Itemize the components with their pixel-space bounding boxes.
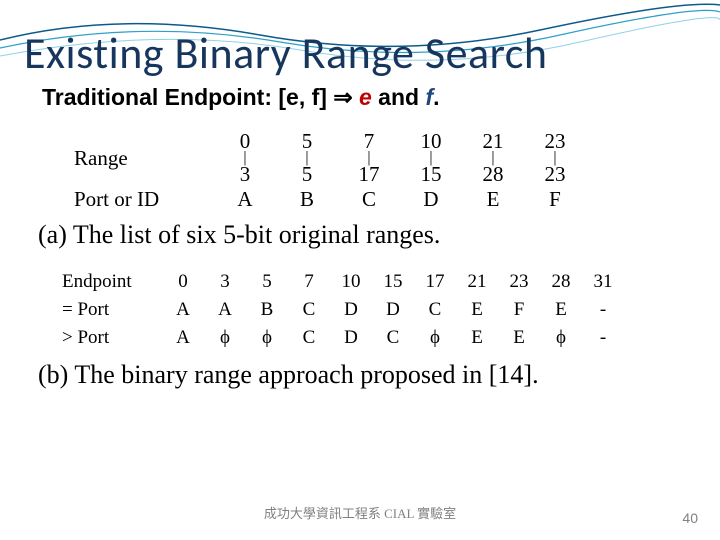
eq-cell: C — [288, 296, 330, 324]
ep-cell: 23 — [498, 268, 540, 296]
gt-port-row: > Port A ϕ ϕ C D C ϕ E E ϕ - — [62, 324, 624, 352]
gt-cell: E — [498, 324, 540, 352]
eq-cell: F — [498, 296, 540, 324]
port-label: Port or ID — [74, 187, 214, 212]
range-bot-cell: 28 — [462, 162, 524, 187]
gt-cell: E — [456, 324, 498, 352]
caption-b: (b) The binary range approach proposed i… — [38, 360, 696, 390]
range-top-cell: 21| — [462, 129, 524, 162]
subtitle-e: e — [359, 84, 372, 110]
range-bot-cell: 23 — [524, 162, 586, 187]
gt-cell: C — [288, 324, 330, 352]
eq-port-row: = Port A A B C D D C E F E - — [62, 296, 624, 324]
gt-cell: A — [162, 324, 204, 352]
ep-cell: 21 — [456, 268, 498, 296]
endpoint-label: Endpoint — [62, 268, 162, 296]
port-cell: A — [214, 187, 276, 212]
gt-cell: C — [372, 324, 414, 352]
ep-cell: 7 — [288, 268, 330, 296]
port-cell: F — [524, 187, 586, 212]
range-bot-cell: 15 — [400, 162, 462, 187]
range-top-cell: 0| — [214, 129, 276, 162]
range-bot-cell: 17 — [338, 162, 400, 187]
range-top-cell: 10| — [400, 129, 462, 162]
port-cell: E — [462, 187, 524, 212]
eq-cell: E — [540, 296, 582, 324]
gt-cell: D — [330, 324, 372, 352]
eq-cell: D — [372, 296, 414, 324]
endpoint-row: Endpoint 0 3 5 7 10 15 17 21 23 28 31 — [62, 268, 624, 296]
port-row: Port or ID A B C D E F — [74, 187, 586, 212]
ep-cell: 28 — [540, 268, 582, 296]
subtitle-dot: . — [433, 84, 439, 110]
page-number: 40 — [682, 510, 698, 526]
ep-cell: 17 — [414, 268, 456, 296]
subtitle-f: f — [425, 84, 433, 110]
port-cell: C — [338, 187, 400, 212]
eq-cell: - — [582, 296, 624, 324]
gt-cell: ϕ — [540, 324, 582, 352]
eq-cell: B — [246, 296, 288, 324]
range-top-row: Range 0| 5| 7| 10| 21| 23| — [74, 129, 586, 162]
gt-cell: ϕ — [246, 324, 288, 352]
ep-cell: 5 — [246, 268, 288, 296]
ep-cell: 3 — [204, 268, 246, 296]
ep-cell: 10 — [330, 268, 372, 296]
port-cell: B — [276, 187, 338, 212]
ep-cell: 31 — [582, 268, 624, 296]
range-top-cell: 5| — [276, 129, 338, 162]
ep-cell: 0 — [162, 268, 204, 296]
range-label: Range — [74, 129, 214, 187]
range-table: Range 0| 5| 7| 10| 21| 23| 3 5 17 15 28 … — [74, 129, 586, 212]
subtitle-prefix: Traditional Endpoint: [e, f] — [42, 84, 333, 110]
gt-cell: - — [582, 324, 624, 352]
range-top-cell: 7| — [338, 129, 400, 162]
gt-cell: ϕ — [414, 324, 456, 352]
subtitle-arrow: ⇒ — [333, 84, 352, 110]
ep-cell: 15 — [372, 268, 414, 296]
subtitle-and: and — [372, 84, 426, 110]
port-cell: D — [400, 187, 462, 212]
range-bot-cell: 5 — [276, 162, 338, 187]
eq-cell: D — [330, 296, 372, 324]
range-bot-cell: 3 — [214, 162, 276, 187]
eq-cell: E — [456, 296, 498, 324]
eq-cell: A — [162, 296, 204, 324]
eq-cell: A — [204, 296, 246, 324]
gt-cell: ϕ — [204, 324, 246, 352]
page-title: Existing Binary Range Search — [24, 26, 696, 80]
caption-a: (a) The list of six 5-bit original range… — [38, 220, 696, 250]
figure-b: Endpoint 0 3 5 7 10 15 17 21 23 28 31 = … — [62, 268, 696, 352]
subtitle: Traditional Endpoint: [e, f] ⇒ e and f. — [42, 84, 696, 111]
eq-port-label: = Port — [62, 296, 162, 324]
endpoint-table: Endpoint 0 3 5 7 10 15 17 21 23 28 31 = … — [62, 268, 624, 352]
footer-text: 成功大學資訊工程系 CIAL 實驗室 — [0, 503, 720, 522]
figure-a: Range 0| 5| 7| 10| 21| 23| 3 5 17 15 28 … — [74, 129, 696, 212]
slide-content: Existing Binary Range Search Traditional… — [0, 0, 720, 390]
gt-port-label: > Port — [62, 324, 162, 352]
eq-cell: C — [414, 296, 456, 324]
range-top-cell: 23| — [524, 129, 586, 162]
